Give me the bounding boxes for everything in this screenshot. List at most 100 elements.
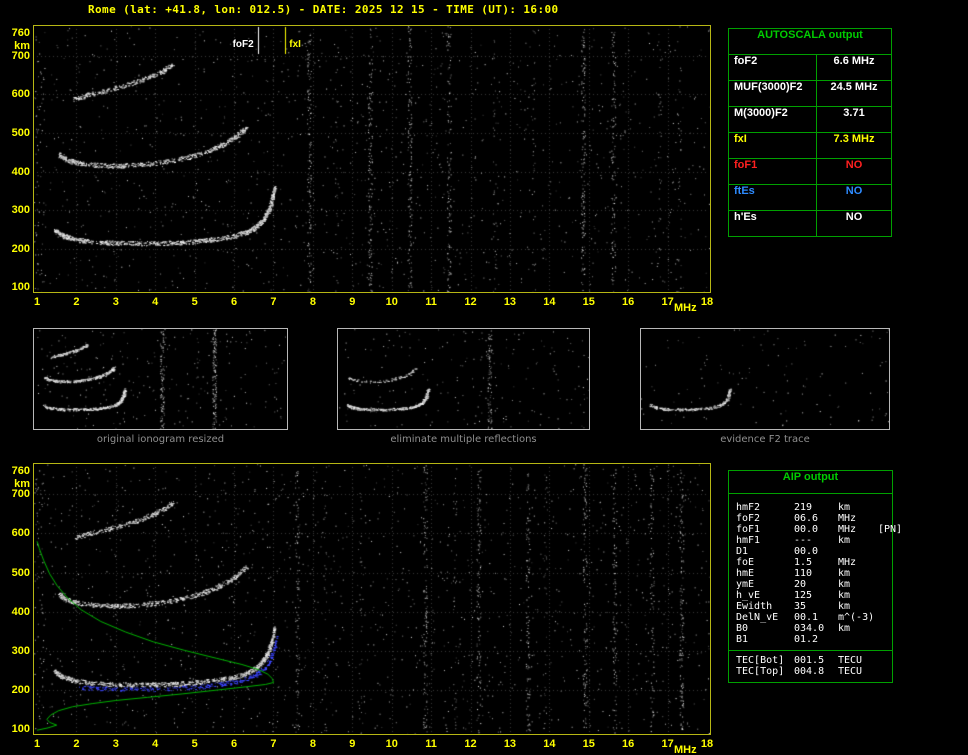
autoscala-window: Rome (lat: +41.8, lon: 012.5) - DATE: 20… <box>0 0 968 755</box>
autoscala-table-rows: foF2 6.6 MHz MUF(3000)F2 24.5 MHz M(3000)F2 3… <box>729 54 891 236</box>
aip-param-value: 01.2 <box>794 634 819 645</box>
top-ionogram-plot <box>33 25 711 293</box>
x-tick-label: 12 <box>464 738 477 750</box>
marker-label-foF2: foF2 <box>232 39 254 50</box>
aip-param-value: 06.6 <box>794 513 819 524</box>
aip-row-h_vE: h_vE 125 km <box>729 590 892 601</box>
aip-param-extra <box>878 601 892 612</box>
x-axis-unit-label: MHz <box>674 302 697 314</box>
x-tick-label: 16 <box>622 296 635 308</box>
x-tick-label: 6 <box>230 738 238 750</box>
thumbnail-canvas-2 <box>338 329 589 429</box>
aip-param-label: Ewidth <box>736 601 773 612</box>
autoscala-row-M(3000)F2: M(3000)F2 3.71 <box>729 106 891 132</box>
x-tick-label: 15 <box>582 738 595 750</box>
aip-param-label: hmF2 <box>736 502 761 513</box>
aip-param-extra <box>878 634 892 645</box>
marker-label-fxI: fxI <box>289 39 301 50</box>
x-tick-label: 2 <box>73 738 80 750</box>
aip-row-ymE: ymE 20 km <box>729 579 892 590</box>
aip-row-B0: B0 034.0 km <box>729 623 892 634</box>
x-axis-unit-label: MHz <box>674 744 697 755</box>
aip-param-label: h_vE <box>736 590 761 601</box>
autoscala-row-fxI: fxI 7.3 MHz <box>729 132 891 158</box>
aip-param-unit: MHz <box>838 513 857 524</box>
autoscala-output-table: AUTOSCALA output foF2 6.6 MHz MUF(3000)F2 2… <box>728 28 892 237</box>
aip-param-extra <box>878 502 892 513</box>
y-tick-label: 200 <box>11 683 30 696</box>
thumbnail-canvas-3 <box>641 329 889 429</box>
aip-param-label: B1 <box>736 634 749 645</box>
x-tick-label: 4 <box>152 738 159 750</box>
y-tick-label: 300 <box>11 204 30 217</box>
aip-param-value: 034.0 <box>794 623 825 634</box>
aip-row-TEC[Bot]: TEC[Bot] 001.5 TECU <box>729 655 892 666</box>
autoscala-param-label: h'Es <box>729 211 817 236</box>
aip-row-hmE: hmE 110 km <box>729 568 892 579</box>
autoscala-row-h'Es: h'Es NO <box>729 210 891 236</box>
x-tick-label: 2 <box>73 296 80 308</box>
thumbnail-caption-3: evidence F2 trace <box>720 434 810 445</box>
autoscala-param-label: M(3000)F2 <box>729 107 817 132</box>
aip-param-unit: MHz <box>838 524 857 535</box>
aip-param-extra: [PN] <box>878 524 903 535</box>
x-tick-label: 9 <box>349 738 356 750</box>
aip-param-extra <box>878 612 892 623</box>
aip-param-value: 219 <box>794 502 813 513</box>
x-tick-label: 1 <box>33 738 41 750</box>
y-tick-label: 400 <box>11 165 30 178</box>
thumbnail-caption-1: original ionogram resized <box>96 434 225 445</box>
x-tick-label: 6 <box>230 296 238 308</box>
aip-param-value: 35 <box>794 601 807 612</box>
aip-param-extra <box>878 666 892 677</box>
processing-step-thumbnail-2 <box>337 328 590 430</box>
aip-param-label: hmE <box>736 568 755 579</box>
x-tick-label: 18 <box>700 738 714 750</box>
aip-param-value: 110 <box>794 568 813 579</box>
x-tick-label: 8 <box>309 296 316 308</box>
autoscala-row-foF2: foF2 6.6 MHz <box>729 54 891 80</box>
thumbnail-canvas-1 <box>34 329 287 429</box>
processing-step-thumbnail-3 <box>640 328 890 430</box>
aip-param-value: --- <box>794 535 813 546</box>
x-tick-label: 5 <box>191 738 198 750</box>
autoscala-param-value: 6.6 MHz <box>833 55 875 67</box>
aip-param-value: 00.0 <box>794 524 819 535</box>
aip-table-rows: hmF2 219 km foF2 06.6 MHz foF1 00.0 MHz [PN] hmF1 -… <box>729 494 902 650</box>
aip-param-label: foF1 <box>736 524 761 535</box>
x-tick-label: 16 <box>622 738 635 750</box>
y-tick-label: 700 <box>11 488 30 501</box>
y-tick-label: 500 <box>11 127 30 139</box>
aip-tec-rows: TEC[Bot] 001.5 TECU TEC[Top] 004.8 TECU <box>729 651 892 682</box>
autoscala-param-label: fxI <box>729 133 817 158</box>
x-tick-label: 14 <box>543 296 556 308</box>
y-tick-label: 100 <box>11 723 30 736</box>
aip-param-label: D1 <box>736 546 749 557</box>
autoscala-param-value: 7.3 MHz <box>833 133 875 145</box>
y-tick-label: 760 <box>11 464 30 477</box>
aip-param-unit: km <box>838 590 851 601</box>
aip-param-label: ymE <box>736 579 755 590</box>
x-tick-label: 12 <box>464 296 477 308</box>
x-tick-label: 5 <box>191 296 198 308</box>
aip-param-unit: MHz <box>838 557 857 568</box>
aip-param-label: TEC[Top] <box>736 666 785 677</box>
page-title: Rome (lat: +41.8, lon: 012.5) - DATE: 20… <box>88 3 559 16</box>
aip-param-extra <box>878 557 892 568</box>
x-tick-label: 7 <box>270 738 277 750</box>
x-tick-label: 9 <box>349 296 356 308</box>
x-tick-label: 18 <box>700 296 714 308</box>
autoscala-param-label: foF2 <box>729 55 817 80</box>
aip-param-value: 001.5 <box>794 655 825 666</box>
aip-param-value: 20 <box>794 579 807 590</box>
x-tick-label: 1 <box>33 296 41 308</box>
x-tick-label: 7 <box>270 296 277 308</box>
aip-param-unit: m^(-3) <box>838 612 875 623</box>
aip-param-unit: km <box>838 535 851 546</box>
aip-param-extra <box>878 590 892 601</box>
aip-row-B1: B1 01.2 <box>729 634 892 645</box>
aip-param-label: hmF1 <box>736 535 761 546</box>
autoscala-table-title: AUTOSCALA output <box>757 29 863 41</box>
aip-param-unit: km <box>838 568 851 579</box>
aip-row-D1: D1 00.0 <box>729 546 892 557</box>
